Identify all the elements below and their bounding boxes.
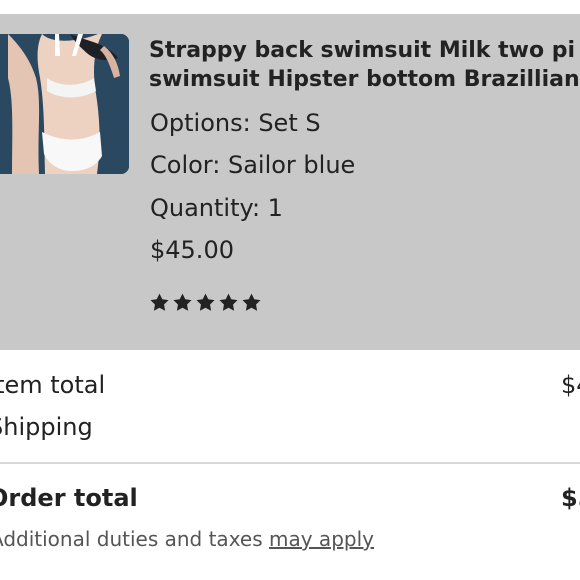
product-price: $45.00 [150, 236, 234, 264]
order-total-label: Order total [0, 484, 138, 512]
product-options: Options: Set S [150, 109, 321, 137]
product-quantity: Quantity: 1 [150, 194, 283, 222]
item-total-row: Item total $4 [0, 369, 580, 401]
rating-stars [149, 292, 262, 314]
product-color: Color: Sailor blue [150, 151, 356, 179]
item-total-value: $4 [561, 371, 580, 399]
shipping-row: Shipping [0, 411, 580, 443]
order-summary-screen: Strappy back swimsuit Milk two pi swimsu… [0, 0, 580, 580]
product-photo-icon [0, 34, 129, 174]
product-title-line-1[interactable]: Strappy back swimsuit Milk two pi [149, 36, 580, 65]
order-total-value: $5 [561, 484, 580, 512]
duties-taxes-note: Additional duties and taxes may apply [0, 525, 374, 553]
item-total-label: Item total [0, 371, 106, 399]
may-apply-link[interactable]: may apply [269, 527, 374, 551]
product-title[interactable]: Strappy back swimsuit Milk two pi swimsu… [149, 36, 580, 94]
star-icon [173, 293, 192, 311]
star-icon [150, 293, 169, 311]
product-image[interactable] [0, 34, 129, 174]
order-total-row: Order total $5 [0, 482, 580, 514]
star-icon [196, 293, 215, 311]
star-icon [219, 293, 238, 311]
shipping-label: Shipping [0, 413, 93, 441]
star-icon [242, 293, 261, 311]
product-title-line-2[interactable]: swimsuit Hipster bottom Brazillian [149, 65, 580, 94]
product-card[interactable]: Strappy back swimsuit Milk two pi swimsu… [0, 14, 580, 350]
duties-taxes-text: Additional duties and taxes [0, 527, 269, 551]
summary-divider [0, 462, 580, 464]
